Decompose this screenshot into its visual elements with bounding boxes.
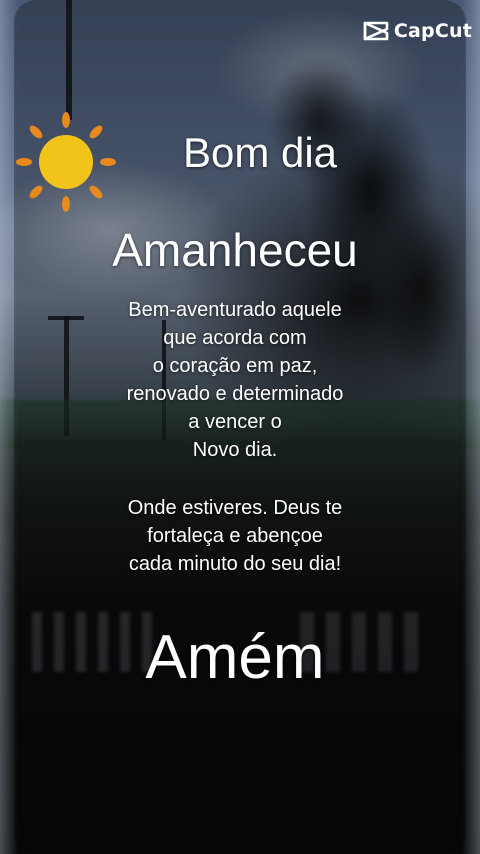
capcut-logo-icon — [363, 21, 389, 41]
message-line: Novo dia. — [192, 439, 278, 461]
headline-text: Amanheceu — [112, 224, 358, 276]
greeting-text: Bom dia — [182, 129, 338, 176]
blessing-paragraph: Onde estiveres. Deus te fortaleça e aben… — [0, 494, 470, 578]
capcut-watermark: CapCut — [363, 20, 472, 42]
message-line: o coração em paz, — [152, 355, 318, 377]
message-line: que acorda com — [163, 327, 307, 349]
message-paragraph: Bem-aventurado aquele que acorda com o c… — [0, 296, 470, 464]
closing-text: Amém — [145, 623, 325, 692]
message-line: a vencer o — [188, 411, 282, 433]
blessing-line: Onde estiveres. Deus te — [127, 497, 343, 519]
blessing-line: fortaleça e abençoe — [147, 525, 323, 547]
video-frame: CapCut Bom dia Amanheceu Bem-aventurado … — [0, 0, 480, 854]
blessing-line: cada minuto do seu dia! — [128, 553, 342, 575]
message-line: renovado e determinado — [126, 383, 344, 405]
capcut-wordmark: CapCut — [393, 20, 472, 42]
message-line: Bem-aventurado aquele — [128, 299, 342, 321]
